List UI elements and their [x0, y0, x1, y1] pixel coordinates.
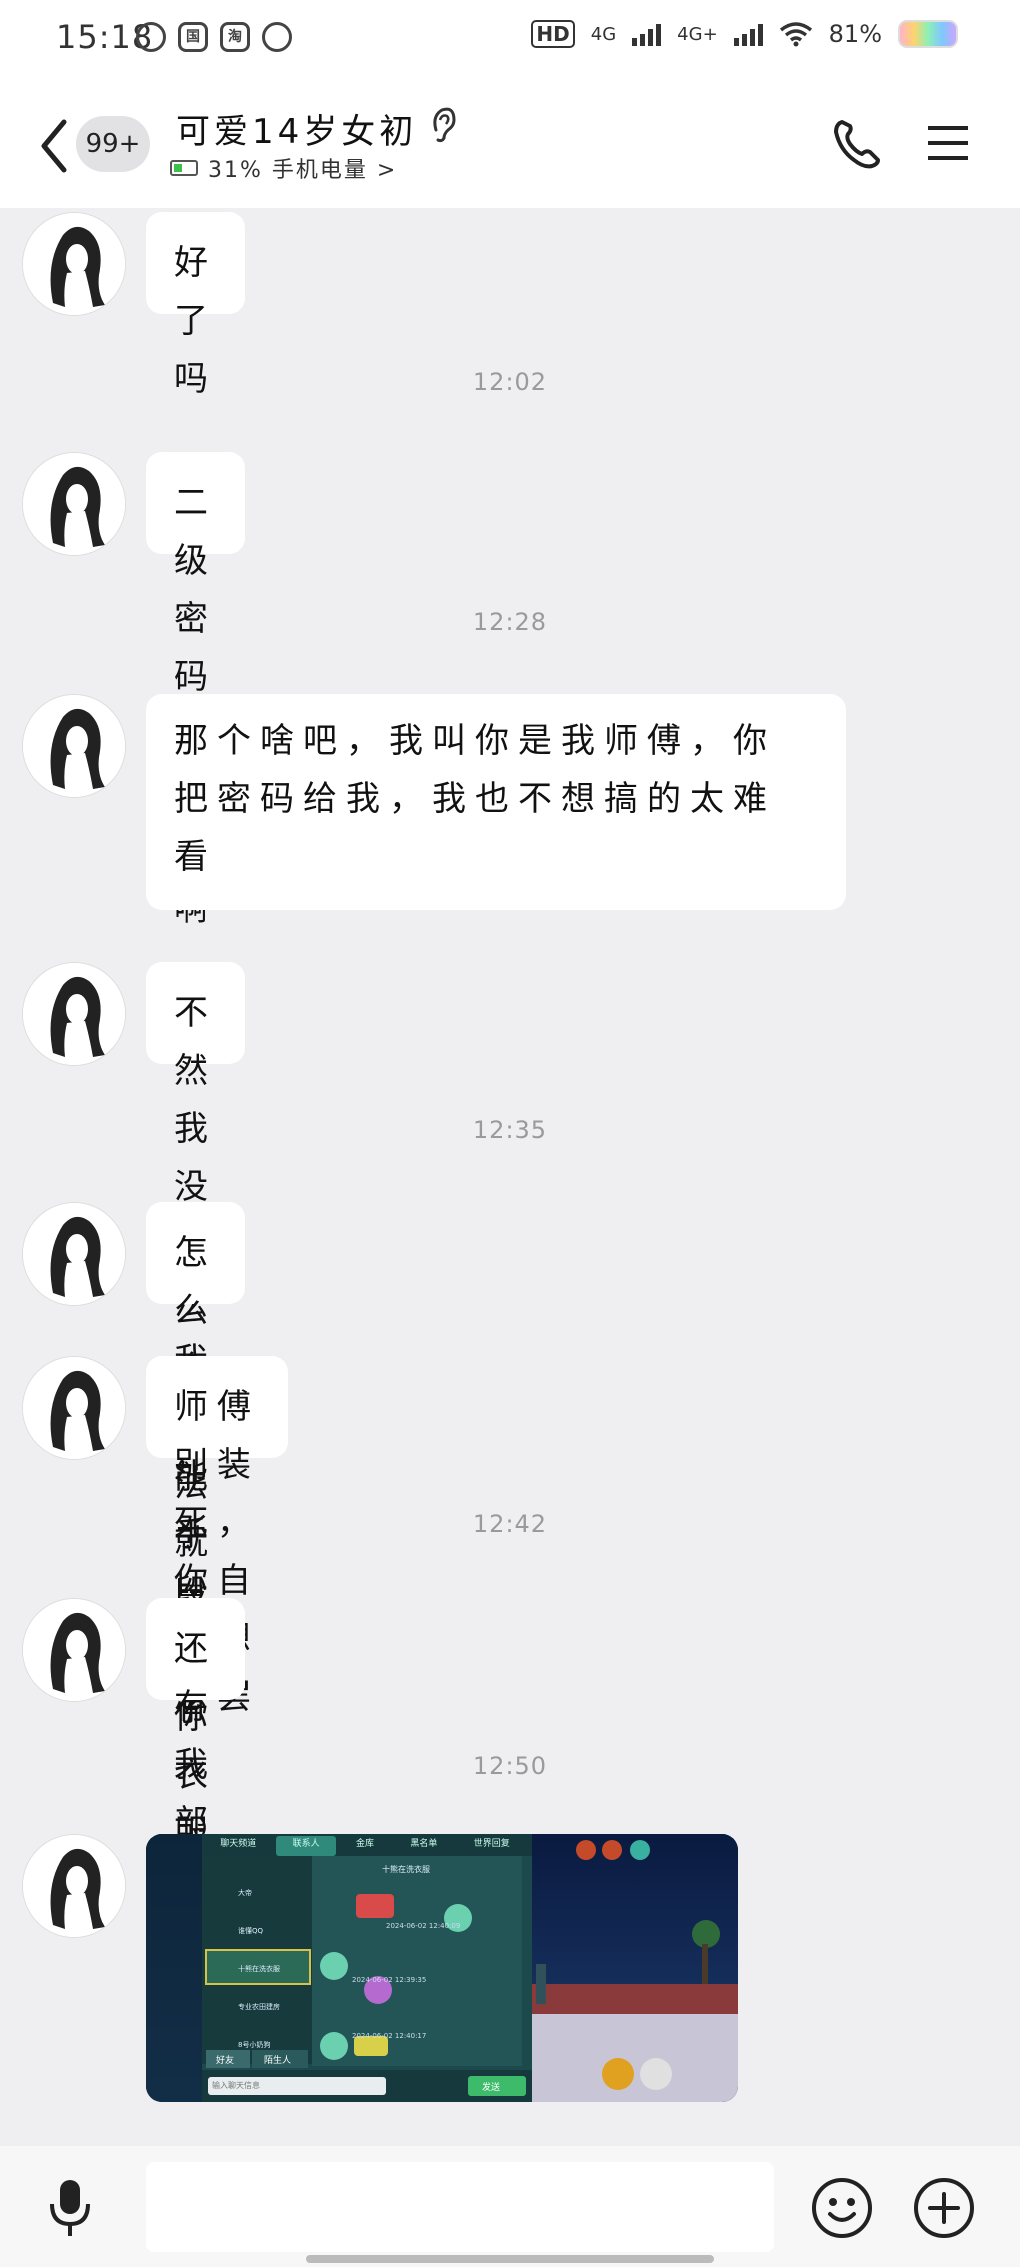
image-contact: 谁懂QQ — [238, 1927, 264, 1935]
image-contact-list: 大帝 谁懂QQ 十熊在洗衣服 专业农田建房 8号小奶狗 — [238, 1874, 308, 2064]
tao-icon: 淘 — [220, 22, 250, 52]
image-tab: 聊天频道 — [220, 1839, 257, 1849]
image-msg-time: 2024-06-02 12:40:09 — [386, 1922, 461, 1930]
timestamp: 12:28 — [472, 608, 548, 636]
chat-header: 99+ 可爱14岁女初 31% 手机电量 > — [0, 80, 1020, 208]
image-msg-time: 2024-06-02 12:40:17 — [352, 2032, 427, 2040]
timestamp: 12:02 — [472, 368, 548, 396]
message-bubble[interactable]: 二级密码是多少啊 — [146, 452, 245, 929]
avatar[interactable] — [22, 694, 126, 798]
image-send-button: 发送 — [482, 2083, 501, 2093]
avatar[interactable] — [22, 212, 126, 316]
avatar[interactable] — [22, 962, 126, 1066]
battery-percent: 81% — [828, 20, 882, 48]
timestamp: 12:42 — [472, 1510, 548, 1538]
image-tab-bar: 聊天频道 联系人 金库 黑名单 世界回复 — [202, 1836, 528, 1849]
image-contact: 十熊在洗衣服 — [238, 1965, 280, 1973]
signal-icon — [632, 22, 662, 46]
phone-call-icon[interactable] — [830, 116, 886, 172]
avatar[interactable] — [22, 1598, 126, 1702]
image-msg-time: 2024-06-02 12:39:35 — [352, 1976, 427, 1984]
image-input-placeholder: 输入聊天信息 — [212, 2081, 260, 2090]
guo-icon: 国 — [178, 22, 208, 52]
menu-icon[interactable] — [926, 122, 970, 164]
status-bar: 15:18 国 淘 HD 4G 4G+ 81% — [0, 0, 1020, 80]
hd-label: HD — [531, 20, 575, 48]
avatar[interactable] — [22, 1356, 126, 1460]
plus-icon[interactable] — [912, 2176, 976, 2240]
avatar[interactable] — [22, 1202, 126, 1306]
message-bubble[interactable]: 怎么个毒法就是把你衣服销了 — [146, 1202, 245, 1969]
unread-badge[interactable]: 99+ — [76, 116, 150, 172]
image-tab: 联系人 — [292, 1839, 320, 1849]
message-bubble[interactable]: 不然我没办法我只能手段毒了 — [146, 962, 245, 1729]
image-tab: 黑名单 — [410, 1839, 438, 1849]
battery-icon — [898, 20, 958, 48]
avatar[interactable] — [22, 1834, 126, 1938]
message-bubble[interactable]: 好了吗 — [146, 212, 245, 399]
message-bubble[interactable]: 那个啥吧，我叫你是我师傅，你把密码给我，我也不想搞的太难看 — [146, 694, 846, 910]
signal-icon-2 — [733, 22, 763, 46]
back-arrow-icon[interactable] — [34, 116, 74, 176]
microphone-icon[interactable] — [46, 2176, 94, 2240]
net-label-2: 4G+ — [677, 23, 718, 45]
image-contact: 大帝 — [238, 1889, 252, 1897]
net-label-1: 4G — [590, 23, 617, 45]
status-app-icons: 国 淘 — [136, 22, 292, 52]
message-bubble[interactable]: 还有我部落去哪了 — [146, 1598, 245, 2075]
small-battery-icon — [170, 160, 198, 176]
message-input[interactable] — [146, 2162, 774, 2252]
status-indicators: HD 4G 4G+ 81% — [531, 20, 958, 48]
image-bottom-tab: 陌生人 — [264, 2056, 292, 2066]
timestamp: 12:35 — [472, 1116, 548, 1144]
input-bar — [0, 2146, 1020, 2267]
image-bottom-tab: 好友 — [216, 2056, 235, 2066]
emoji-icon[interactable] — [810, 2176, 874, 2240]
phone-battery-status[interactable]: 31% 手机电量 > — [170, 152, 397, 184]
image-message[interactable]: 聊天频道 联系人 金库 黑名单 世界回复 大帝 谁懂QQ 十熊在洗衣服 专业农田… — [146, 1834, 738, 2102]
message-bubble[interactable]: 师傅别装死，你自己想想罢 — [146, 1356, 288, 1717]
image-chat-header: 十熊在洗衣服 — [382, 1865, 430, 1874]
bank-icon — [262, 22, 292, 52]
home-indicator[interactable] — [306, 2255, 714, 2263]
image-tab: 世界回复 — [473, 1839, 510, 1849]
wifi-icon — [779, 22, 812, 47]
phone-battery-text: 31% 手机电量 > — [208, 158, 398, 183]
contact-name[interactable]: 可爱14岁女初 — [176, 104, 417, 153]
leaf-icon — [136, 22, 166, 52]
chat-message-list[interactable]: 好了吗 12:02 二级密码是多少啊 12:28 那个啥吧，我叫你是我师傅，你把… — [0, 208, 1020, 2146]
timestamp: 12:50 — [472, 1752, 548, 1780]
image-tab: 金库 — [355, 1839, 374, 1849]
avatar[interactable] — [22, 452, 126, 556]
image-contact: 专业农田建房 — [238, 2003, 280, 2011]
ear-icon — [433, 107, 456, 143]
